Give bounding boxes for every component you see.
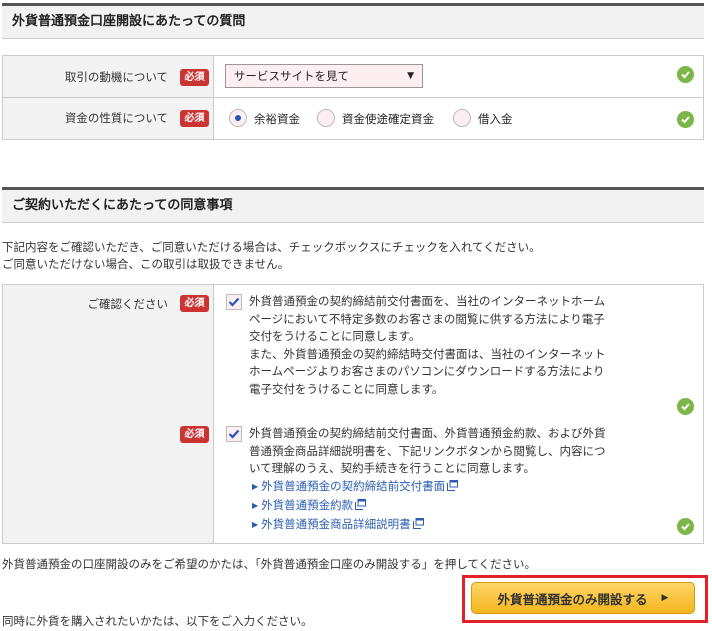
consent2-line: 外貨普通預金の契約締結前交付書面、外貨普通預金約款、および外貨	[249, 426, 606, 440]
link-label[interactable]: 外貨普通預金の契約締結前交付書面	[261, 479, 445, 493]
consent1-line: 交付をうけることに同意します。	[249, 329, 421, 343]
required-badge: 必須	[180, 69, 209, 86]
triangle-right-icon: ▶	[252, 520, 259, 529]
consent1-line: 外貨普通預金の契約締結前交付書面を、当社のインターネットホーム	[249, 294, 606, 308]
funds-label: 資金の性質について	[64, 111, 168, 125]
chevron-down-icon: ▼	[407, 71, 414, 81]
motive-label: 取引の動機について	[64, 70, 168, 84]
consent1-checkbox[interactable]	[226, 294, 242, 310]
radio-borrowed-funds[interactable]	[453, 109, 471, 127]
checkmark-icon	[228, 429, 240, 439]
required-badge: 必須	[180, 295, 209, 312]
link-product-details[interactable]: ▶ 外貨普通預金商品詳細説明書	[252, 516, 424, 532]
consent-intro-line: 下記内容をご確認いただき、ご同意いただける場合は、チェックボックスにチェックを入…	[2, 240, 541, 254]
link-label[interactable]: 外貨普通預金約款	[261, 498, 353, 512]
consent-label-cell: ご確認ください 必須 必須	[3, 285, 214, 543]
check-ok-icon	[677, 398, 694, 415]
consent1-line: ページにおいて不特定多数のお客さまの閲覧に供する方法により電子	[249, 311, 605, 326]
consent1-line: また、外貨普通預金の契約締結時交付書面は、当社のインターネット	[249, 346, 606, 361]
radio-label-borrowed-funds[interactable]: 借入金	[478, 111, 513, 127]
external-window-icon	[447, 480, 459, 491]
confirm-label: ご確認ください	[87, 297, 169, 311]
consent1-line: ホームページよりお客さまのパソコンにダウンロードする方法により	[249, 364, 605, 378]
link-label[interactable]: 外貨普通預金商品詳細説明書	[261, 517, 411, 531]
radio-label-designated-funds[interactable]: 資金使途確定資金	[342, 111, 434, 127]
link-deposit-terms[interactable]: ▶ 外貨普通預金約款	[252, 497, 367, 513]
radio-designated-funds[interactable]	[317, 109, 335, 127]
required-badge: 必須	[180, 426, 209, 443]
link-pre-contract-document[interactable]: ▶ 外貨普通預金の契約締結前交付書面	[252, 478, 459, 494]
consent1-line: 電子交付をうけることに同意します。	[249, 381, 444, 396]
external-window-icon	[355, 499, 367, 510]
section-title: 外貨普通預金口座開設にあたっての質問	[12, 14, 246, 29]
consent2-line: いて理解のうえ、契約手続きを行うことに同意します。	[249, 461, 536, 475]
consent2-checkbox[interactable]	[226, 426, 242, 442]
triangle-right-icon: ▶	[661, 593, 669, 603]
radio-label-surplus-funds[interactable]: 余裕資金	[254, 111, 300, 127]
motive-select[interactable]: サービスサイトを見て ▼	[225, 64, 423, 88]
required-badge: 必須	[180, 110, 209, 127]
open-button-label: 外貨普通預金のみ開設する	[497, 591, 648, 607]
check-ok-icon	[677, 111, 694, 128]
consent2-line: 普通預金商品詳細説明書を、下記リンクボタンから閲覧し、内容につ	[249, 443, 606, 458]
triangle-right-icon: ▶	[252, 482, 259, 491]
checkmark-icon	[228, 297, 240, 307]
radio-surplus-funds[interactable]	[229, 109, 247, 127]
external-window-icon	[412, 518, 424, 529]
check-ok-icon	[677, 518, 694, 535]
purchase-note: 同時に外貨を購入されたいかたは、以下をご入力ください。	[2, 614, 313, 628]
section-title: ご契約いただくにあたっての同意事項	[12, 198, 233, 213]
funds-label-cell: 資金の性質について 必須	[3, 98, 214, 139]
open-only-note: 外貨普通預金の口座開設のみをご希望のかたは、「外貨普通預金口座のみ開設する」を押…	[2, 557, 537, 571]
check-ok-icon	[677, 66, 694, 83]
triangle-right-icon: ▶	[252, 501, 259, 510]
consent1-text: 外貨普通預金の契約締結前交付書面を、当社のインターネットホーム ページにおいて不…	[249, 293, 606, 398]
motive-select-value: サービスサイトを見て	[234, 69, 349, 83]
section-header-consent: ご契約いただくにあたっての同意事項	[2, 187, 704, 223]
section-header-questions: 外貨普通預金口座開設にあたっての質問	[2, 3, 704, 39]
open-deposit-only-button[interactable]: 外貨普通預金のみ開設する ▶	[471, 582, 695, 614]
motive-label-cell: 取引の動機について 必須	[3, 56, 214, 97]
consent2-text: 外貨普通預金の契約締結前交付書面、外貨普通預金約款、および外貨 普通預金商品詳細…	[249, 425, 606, 478]
consent-intro-line: ご同意いただけない場合、この取引は取扱できません。	[2, 257, 290, 271]
